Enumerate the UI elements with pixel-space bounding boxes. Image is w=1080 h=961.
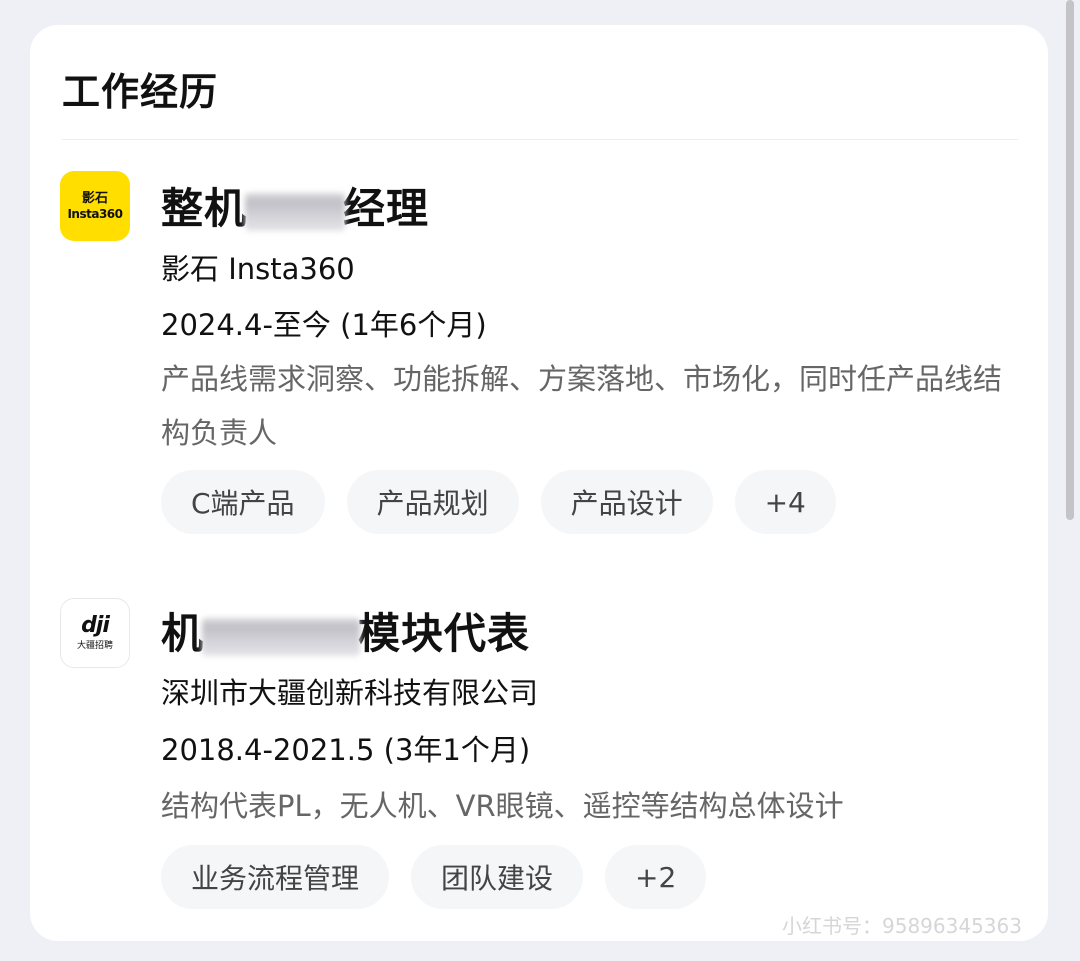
logo-text-en: Insta360 xyxy=(67,206,123,221)
logo-text-en: dji xyxy=(81,612,110,638)
job-title-end: 经理 xyxy=(343,184,430,233)
job-description: 结构代表PL，无人机、VR眼镜、遥控等结构总体设计 xyxy=(161,789,844,823)
job-period: 2018.4-2021.5 (3年1个月) xyxy=(161,733,531,767)
company-name: 影石 Insta360 xyxy=(161,252,355,286)
job-title: 机 模块代表 xyxy=(161,600,530,661)
job-title-start: 整机 xyxy=(161,184,248,233)
skill-tags: C端产品 产品规划 产品设计 +4 xyxy=(161,470,836,534)
job-title: 整机 经理 xyxy=(161,175,429,236)
scrollbar[interactable] xyxy=(1066,0,1074,520)
watermark: 小红书号：95896345363 xyxy=(782,914,1022,938)
skill-tag[interactable]: 团队建设 xyxy=(411,845,584,909)
redaction-blur xyxy=(202,617,361,656)
more-tags-badge[interactable]: +4 xyxy=(734,470,836,534)
job-title-start: 机 xyxy=(161,609,205,658)
insta360-logo-icon: 影石 Insta360 xyxy=(60,171,130,241)
logo-text-cn: 影石 xyxy=(81,190,108,206)
work-experience-card: 工作经历 影石 Insta360 整机 经理 影石 Insta360 2024.4… xyxy=(30,25,1048,941)
dji-logo-icon: dji 大疆招聘 xyxy=(60,598,130,668)
logo-text-cn: 大疆招聘 xyxy=(76,640,113,651)
skill-tags: 业务流程管理 团队建设 +2 xyxy=(161,845,707,909)
company-name: 深圳市大疆创新科技有限公司 xyxy=(161,676,539,710)
skill-tag[interactable]: C端产品 xyxy=(161,470,325,534)
divider xyxy=(62,139,1018,140)
section-title: 工作经历 xyxy=(62,70,219,114)
job-title-end: 模块代表 xyxy=(358,609,531,658)
skill-tag[interactable]: 产品设计 xyxy=(540,470,713,534)
skill-tag[interactable]: 业务流程管理 xyxy=(161,845,390,909)
job-description: 产品线需求洞察、功能拆解、方案落地、市场化，同时任产品线结构负责人 xyxy=(161,362,1003,450)
more-tags-badge[interactable]: +2 xyxy=(605,845,707,909)
redaction-blur xyxy=(245,192,346,231)
skill-tag[interactable]: 产品规划 xyxy=(346,470,519,534)
job-period: 2024.4-至今 (1年6个月) xyxy=(161,308,487,342)
